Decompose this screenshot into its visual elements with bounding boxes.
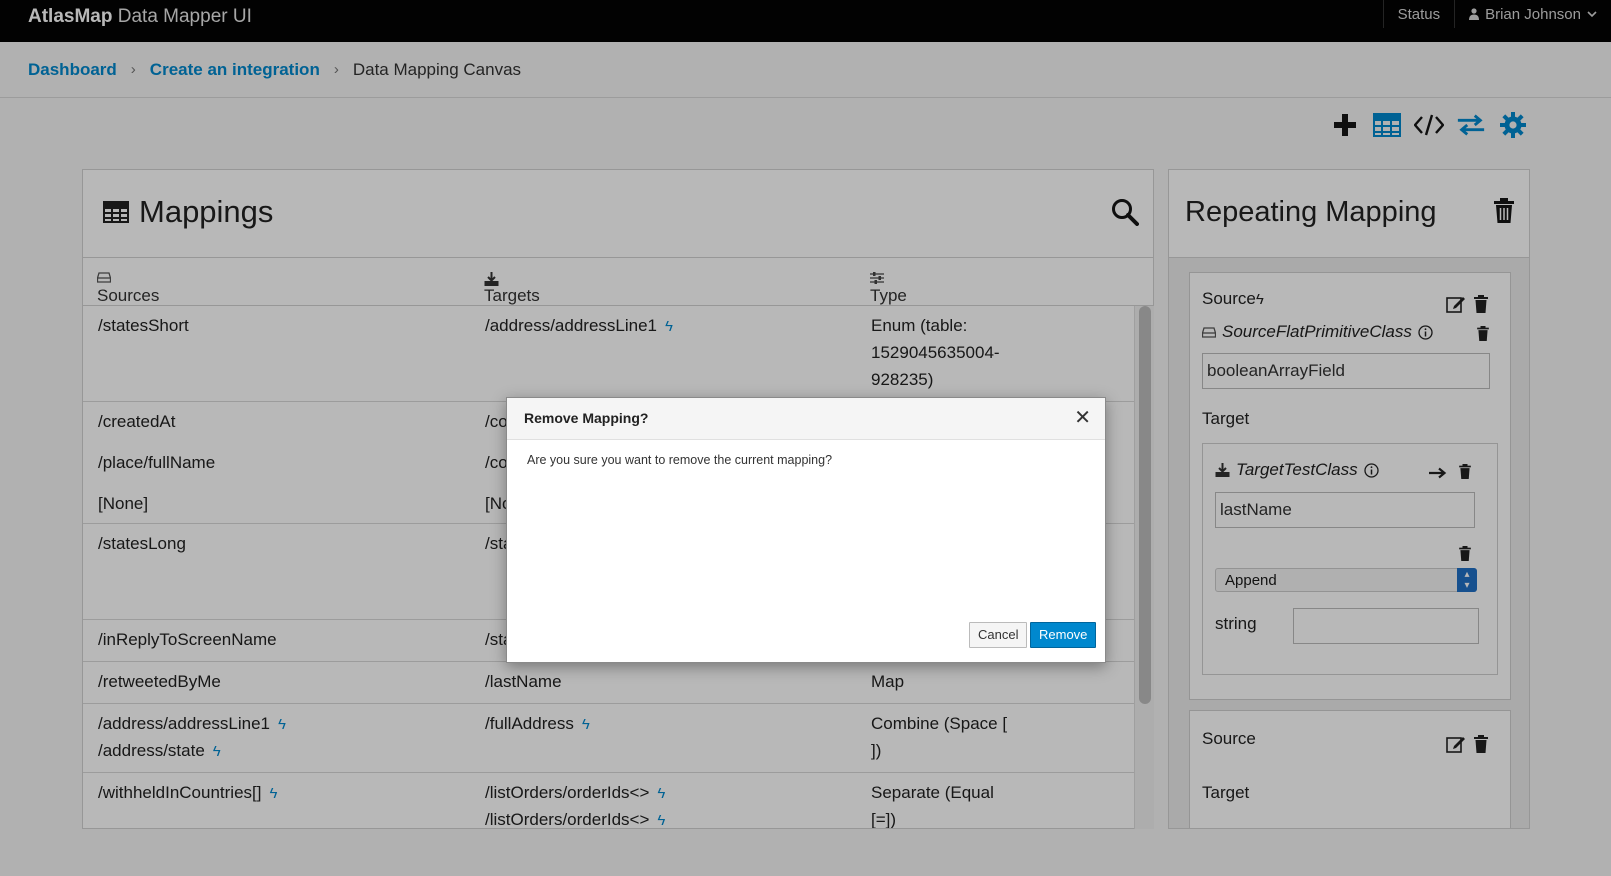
remove-button[interactable]: Remove [1030,622,1097,648]
remove-mapping-dialog: Remove Mapping? ✕ Are you sure you want … [506,397,1106,663]
close-icon[interactable]: ✕ [1074,407,1091,429]
dialog-message: Are you sure you want to remove the curr… [527,453,833,467]
cancel-button[interactable]: Cancel [969,622,1028,648]
dialog-title: Remove Mapping? [524,410,649,426]
